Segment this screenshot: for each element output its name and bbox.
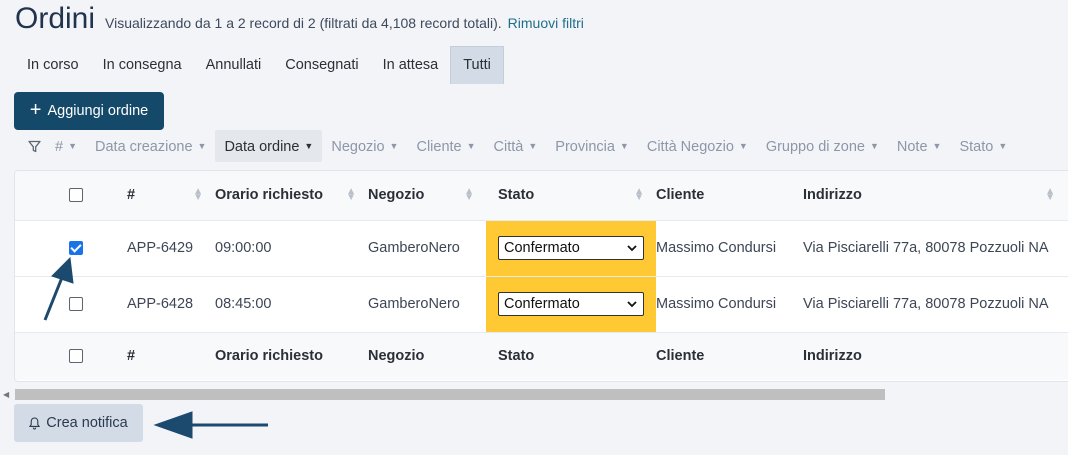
footer-orario: Orario richiesto xyxy=(215,348,323,365)
filter-bar: # ▼ Data creazione ▼ Data ordine ▼ Negozio ▼… xyxy=(22,130,1016,162)
order-time: 09:00:00 xyxy=(215,240,272,256)
filter-gruppo-zone[interactable]: Gruppo di zone ▼ xyxy=(757,130,888,162)
caret-down-icon: ▼ xyxy=(304,141,314,151)
page-title: Ordini xyxy=(15,2,96,35)
table-footer-row: # Orario richiesto Negozio Stato Cliente… xyxy=(15,332,1068,380)
filter-icon[interactable] xyxy=(22,130,46,162)
order-address: Via Pisciarelli 77a, 80078 Pozzuoli NA xyxy=(803,296,1049,312)
row-checkbox[interactable] xyxy=(69,297,83,312)
order-status-cell: Confermato xyxy=(486,220,656,276)
header-cliente: Cliente xyxy=(656,187,705,204)
order-time: 08:45:00 xyxy=(215,296,272,312)
header-stato[interactable]: Stato ▲ ▼ xyxy=(486,171,656,220)
scrollbar-thumb[interactable] xyxy=(15,389,885,400)
caret-down-icon: ▼ xyxy=(869,141,879,151)
tab-annullati[interactable]: Annullati xyxy=(194,46,274,84)
footer-cliente: Cliente xyxy=(656,348,705,365)
tab-in-consegna[interactable]: In consegna xyxy=(91,46,194,84)
header-negozio[interactable]: Negozio ▲ ▼ xyxy=(368,171,486,220)
chevron-down-icon xyxy=(627,300,637,307)
create-notification-label: Crea notifica xyxy=(46,415,128,431)
select-all-checkbox-footer[interactable] xyxy=(69,349,83,364)
caret-down-icon: ▼ xyxy=(466,141,476,151)
scroll-left-arrow-icon[interactable]: ◀ xyxy=(3,390,9,399)
reset-filters-link[interactable]: Rimuovi filtri xyxy=(508,15,584,31)
select-all-checkbox[interactable] xyxy=(69,188,83,203)
chevron-down-icon xyxy=(627,244,637,251)
table-row[interactable]: APP-6429 09:00:00 GamberoNero Confermato… xyxy=(15,220,1068,276)
filter-cliente[interactable]: Cliente ▼ xyxy=(407,130,484,162)
order-client: Massimo Condursi xyxy=(656,296,777,312)
order-client: Massimo Condursi xyxy=(656,240,777,256)
order-status-cell: Confermato xyxy=(486,276,656,332)
filter-provincia[interactable]: Provincia ▼ xyxy=(546,130,638,162)
caret-down-icon: ▼ xyxy=(619,141,629,151)
filter-citta[interactable]: Città ▼ xyxy=(485,130,547,162)
order-address: Via Pisciarelli 77a, 80078 Pozzuoli NA xyxy=(803,240,1049,256)
table-header-row: # ▲ ▼ Orario richiesto ▲ ▼ Negozio ▲ ▼ Stato ▲ ▼… xyxy=(15,171,1068,220)
filter-citta-negozio[interactable]: Città Negozio ▼ xyxy=(638,130,757,162)
sort-icon[interactable]: ▲ ▼ xyxy=(634,187,644,203)
tab-tutti[interactable]: Tutti xyxy=(450,46,504,84)
status-select[interactable]: Confermato xyxy=(498,292,644,316)
footer-id: # xyxy=(127,348,136,365)
sort-icon[interactable]: ▲ ▼ xyxy=(193,187,203,203)
filter-negozio[interactable]: Negozio ▼ xyxy=(322,130,407,162)
header-indirizzo[interactable]: Indirizzo ▲ ▼ xyxy=(803,171,1068,220)
tab-in-corso[interactable]: In corso xyxy=(15,46,91,84)
bell-icon xyxy=(29,416,41,430)
caret-down-icon: ▼ xyxy=(932,141,942,151)
order-shop: GamberoNero xyxy=(368,296,460,312)
sort-icon[interactable]: ▲ ▼ xyxy=(346,187,356,203)
orders-table: # ▲ ▼ Orario richiesto ▲ ▼ Negozio ▲ ▼ Stato ▲ ▼… xyxy=(15,171,1068,380)
footer-negozio: Negozio xyxy=(368,348,425,365)
table-row[interactable]: APP-6428 08:45:00 GamberoNero Confermato… xyxy=(15,276,1068,332)
plus-icon: + xyxy=(29,99,42,121)
caret-down-icon: ▼ xyxy=(998,141,1008,151)
footer-stato: Stato xyxy=(498,348,535,365)
caret-down-icon: ▼ xyxy=(528,141,538,151)
add-order-button[interactable]: + Aggiungi ordine xyxy=(14,92,164,130)
caret-down-icon: ▼ xyxy=(68,141,77,151)
caret-down-icon: ▼ xyxy=(738,141,748,151)
page-header: Ordini Visualizzando da 1 a 2 record di … xyxy=(15,2,584,36)
order-shop: GamberoNero xyxy=(368,240,460,256)
record-count-text: Visualizzando da 1 a 2 record di 2 (filt… xyxy=(105,15,502,31)
header-select-all-cell xyxy=(15,171,127,220)
filter-stato[interactable]: Stato ▼ xyxy=(950,130,1016,162)
caret-down-icon: ▼ xyxy=(197,141,207,151)
orders-table-card: # ▲ ▼ Orario richiesto ▲ ▼ Negozio ▲ ▼ Stato ▲ ▼… xyxy=(14,170,1068,382)
header-orario[interactable]: Orario richiesto ▲ ▼ xyxy=(215,171,368,220)
caret-down-icon: ▼ xyxy=(389,141,399,151)
horizontal-scrollbar[interactable]: ◀ xyxy=(0,387,1068,402)
sort-icon[interactable]: ▲ ▼ xyxy=(464,187,474,203)
order-id: APP-6428 xyxy=(127,296,194,312)
filter-data-ordine[interactable]: Data ordine ▼ xyxy=(215,130,323,162)
sort-icon[interactable]: ▲ ▼ xyxy=(1045,187,1055,203)
header-id[interactable]: # ▲ ▼ xyxy=(127,171,215,220)
filter-id[interactable]: # ▼ xyxy=(46,130,86,162)
row-checkbox[interactable] xyxy=(69,241,83,256)
add-order-label: Aggiungi ordine xyxy=(47,103,149,119)
order-id: APP-6429 xyxy=(127,240,194,256)
tab-consegnati[interactable]: Consegnati xyxy=(273,46,370,84)
filter-note[interactable]: Note ▼ xyxy=(888,130,951,162)
create-notification-button[interactable]: Crea notifica xyxy=(14,404,143,442)
status-tabs: In corso In consegna Annullati Consegnat… xyxy=(15,46,504,84)
filter-data-creazione[interactable]: Data creazione ▼ xyxy=(86,130,215,162)
footer-indirizzo: Indirizzo xyxy=(803,348,862,365)
arrow-to-notify-button xyxy=(153,411,268,439)
status-select[interactable]: Confermato xyxy=(498,236,644,260)
tab-in-attesa[interactable]: In attesa xyxy=(371,46,451,84)
